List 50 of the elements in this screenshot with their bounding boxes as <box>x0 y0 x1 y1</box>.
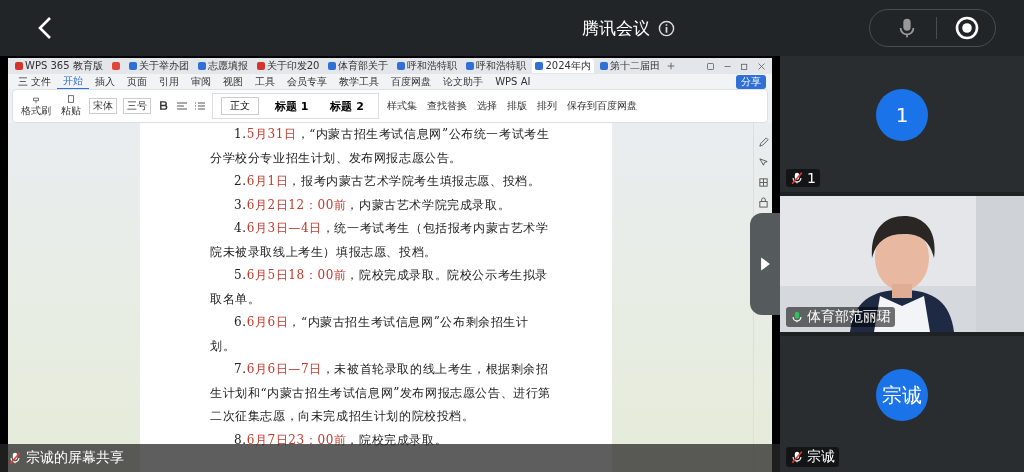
menu-tab[interactable]: 审阅 <box>185 74 218 89</box>
participant-name: 宗诚 <box>807 448 835 466</box>
menu-tab[interactable]: 教学工具 <box>333 74 386 89</box>
format-painter-button[interactable]: 格式刷 <box>19 94 53 118</box>
participant-name: 1 <box>807 170 816 186</box>
document-paragraph: 3.6月2日12：00前，内蒙古艺术学院完成录取。 <box>233 196 512 214</box>
menu-tab[interactable]: 视图 <box>217 74 250 89</box>
document-paragraph: 4.6月3日—4日，统一考试考生（包括报考内蒙古艺术学院未被录取线上考生）填报志愿、投档。 <box>210 220 550 261</box>
share-button[interactable]: 分享 <box>736 74 766 89</box>
document-paragraph: 8.6月7日23：00前，院校完成录取。 <box>233 431 449 449</box>
document-tab[interactable]: WPS 365 教育版 <box>12 59 106 73</box>
menu-tab[interactable]: 百度网盘 <box>385 74 438 89</box>
menu-tab[interactable]: WPS AI <box>489 76 537 87</box>
avatar: 宗诚 <box>876 369 928 421</box>
style-preset[interactable]: 正文 <box>221 97 259 115</box>
document-tab[interactable]: 呼和浩特职 <box>394 59 461 73</box>
font-dropdown[interactable]: 宋体 <box>89 98 117 114</box>
menu-tab[interactable]: 工具 <box>249 74 282 89</box>
document-tab[interactable]: 2024年内 <box>532 59 594 73</box>
find-replace-button[interactable]: 查找替换 <box>424 99 469 113</box>
style-preset[interactable]: 标题 1 <box>269 97 315 115</box>
participant-name: 体育部范丽珺 <box>807 308 891 326</box>
arrange-button[interactable]: 排列 <box>534 99 559 113</box>
meeting-title: 腾讯会议 <box>582 16 650 40</box>
document-paragraph: 5.6月5日18：00前，院校完成录取。院校公示考生拟录取名单。 <box>210 267 550 308</box>
screen-share-label: 宗诚的屏幕共享 <box>26 449 124 467</box>
menu-tab[interactable]: 引用 <box>153 74 186 89</box>
menu-tab[interactable]: 插入 <box>89 74 122 89</box>
style-preset[interactable]: 标题 2 <box>324 97 370 115</box>
document-tab[interactable]: 关于举办团 <box>125 59 192 73</box>
menu-tab[interactable]: 三 文件 <box>12 74 58 89</box>
document-tab[interactable]: 志愿填报 <box>194 59 251 73</box>
document-tab[interactable]: 呼和浩特职 <box>463 59 530 73</box>
document-tab[interactable]: 第十二届田 <box>596 59 663 73</box>
document-paragraph: 1.5月31日，“内蒙古招生考试信息网”公布统一考试考生分学校分专业招生计划、发布网报志愿公告。 <box>210 126 551 167</box>
paste-button[interactable]: 粘贴 <box>59 94 83 118</box>
document-paragraph: 6.6月6日，“内蒙古招生考试信息网”公布剩余招生计划。 <box>210 314 530 355</box>
menu-tab[interactable]: 页面 <box>121 74 154 89</box>
font-size-dropdown[interactable]: 三号 <box>123 98 151 114</box>
document-tab[interactable]: 体育部关于 <box>325 59 392 73</box>
style-set-button[interactable]: 样式集 <box>384 99 419 113</box>
document-paragraph: 7.6月6日—7日，未被首轮录取的线上考生，根据剩余招生计划和“内蒙古招生考试信息网”发布网报志愿公告、进行第二次征集志愿，向未完成招生计划的院校投档。 <box>210 361 552 425</box>
select-button[interactable]: 选择 <box>474 99 499 113</box>
menu-tab[interactable]: 会员专享 <box>281 74 334 89</box>
document-paragraph: 2.6月1日，报考内蒙古艺术学院考生填报志愿、投档。 <box>233 173 542 190</box>
menu-tab[interactable]: 论文助手 <box>437 74 490 89</box>
avatar: 1 <box>876 89 928 141</box>
layout-button[interactable]: 排版 <box>504 99 529 113</box>
save-cloud-button[interactable]: 保存到百度网盘 <box>564 99 639 113</box>
document-tab[interactable]: 关于印发20 <box>253 59 323 73</box>
